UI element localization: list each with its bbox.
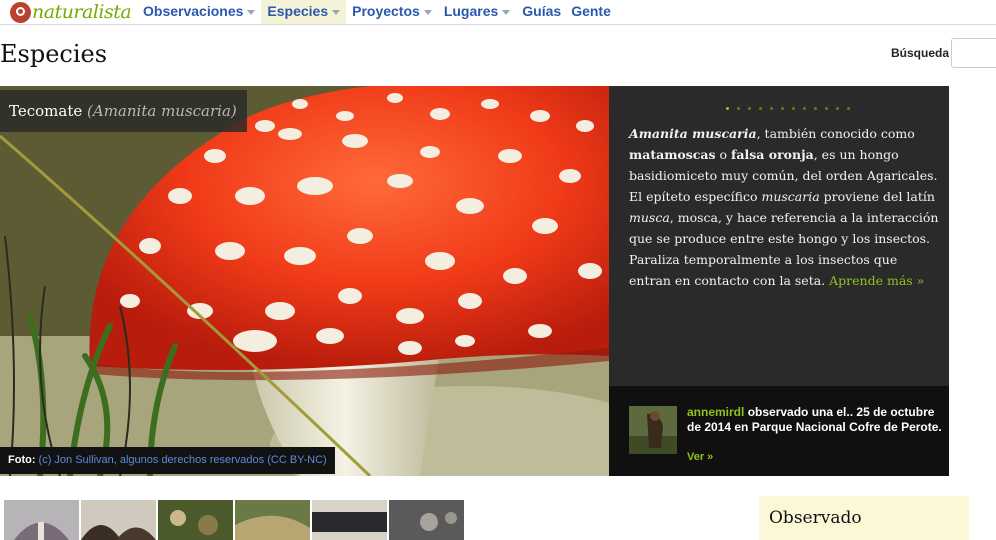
desc-latin-word: musca bbox=[629, 210, 670, 225]
search-input[interactable] bbox=[951, 38, 996, 68]
desc-epithet: muscaria bbox=[761, 189, 820, 204]
carousel-dot[interactable] bbox=[814, 107, 817, 110]
featured-species-photo[interactable]: Tecomate (Amanita muscaria) Foto: (c) Jo… bbox=[0, 86, 609, 476]
recent-observation: annemirdl observado una el.. 25 de octub… bbox=[609, 386, 949, 476]
naturalista-logo-icon bbox=[10, 1, 31, 23]
photo-credit-link[interactable]: (c) Jon Sullivan, algunos derechos reser… bbox=[39, 454, 327, 466]
carousel-dot[interactable] bbox=[803, 107, 806, 110]
nav-item-label: Especies bbox=[267, 3, 329, 19]
nav-item-lugares[interactable]: Lugares bbox=[438, 0, 516, 24]
observation-text: annemirdl observado una el.. 25 de octub… bbox=[687, 405, 942, 435]
observed-title: Observado bbox=[769, 508, 862, 528]
nav-item-observaciones[interactable]: Observaciones bbox=[137, 0, 261, 24]
carousel-dot[interactable] bbox=[792, 107, 795, 110]
nav-item-gente[interactable]: Gente bbox=[567, 0, 617, 24]
chevron-down-icon bbox=[423, 9, 432, 15]
photo-credit-label: Foto: bbox=[8, 454, 36, 466]
logo-text: naturalista bbox=[32, 1, 132, 23]
photo-credit: Foto: (c) Jon Sullivan, algunos derechos… bbox=[0, 447, 335, 474]
species-thumbnail[interactable] bbox=[4, 500, 79, 540]
species-title-pill[interactable]: Tecomate (Amanita muscaria) bbox=[0, 90, 247, 132]
desc-lead-name: Amanita muscaria bbox=[629, 126, 757, 141]
nav-item-label: Observaciones bbox=[143, 3, 244, 19]
desc-part: o bbox=[715, 147, 732, 162]
desc-part: , también conocido como bbox=[756, 126, 915, 141]
nav-item-label: Gente bbox=[571, 3, 611, 19]
amanita-photo-illustration bbox=[0, 86, 609, 476]
nav-item-label: Proyectos bbox=[352, 3, 420, 19]
nav-item-guias[interactable]: Guías bbox=[516, 0, 567, 24]
learn-more-link[interactable]: Aprende más » bbox=[829, 273, 924, 288]
carousel-dot[interactable] bbox=[737, 107, 740, 110]
carousel-dot[interactable] bbox=[836, 107, 839, 110]
species-thumbnail[interactable] bbox=[389, 500, 464, 540]
carousel-dot[interactable] bbox=[770, 107, 773, 110]
carousel-dot[interactable] bbox=[847, 107, 850, 110]
observer-username[interactable]: annemirdl bbox=[687, 405, 744, 419]
nav-item-proyectos[interactable]: Proyectos bbox=[346, 0, 438, 24]
observed-box: Observado bbox=[759, 496, 969, 540]
top-navigation-bar: naturalista Observaciones Especies Proye… bbox=[0, 0, 996, 25]
carousel-dot[interactable] bbox=[748, 107, 751, 110]
chevron-down-icon bbox=[502, 9, 511, 15]
desc-part: proviene del latín bbox=[819, 189, 935, 204]
species-description-panel: Amanita muscaria, también conocido como … bbox=[609, 86, 949, 386]
desc-alias: matamoscas bbox=[629, 147, 716, 162]
naturalista-logo[interactable]: naturalista bbox=[10, 1, 132, 23]
carousel-dot[interactable] bbox=[825, 107, 828, 110]
species-thumbnail[interactable] bbox=[158, 500, 233, 540]
observation-thumbnail[interactable] bbox=[629, 406, 677, 454]
nav-item-especies[interactable]: Especies bbox=[261, 0, 347, 24]
species-thumbnail[interactable] bbox=[235, 500, 310, 540]
view-observation-link[interactable]: Ver » bbox=[687, 451, 713, 463]
species-thumbnail[interactable] bbox=[312, 500, 387, 540]
species-scientific-name: (Amanita muscaria) bbox=[87, 102, 237, 120]
chevron-down-icon bbox=[247, 9, 256, 15]
carousel-dot[interactable] bbox=[781, 107, 784, 110]
desc-alias: falsa oronja bbox=[731, 147, 814, 162]
observation-photo-illustration bbox=[629, 406, 677, 454]
nav-item-label: Guías bbox=[522, 3, 562, 19]
species-common-name: Tecomate bbox=[9, 102, 83, 120]
chevron-down-icon bbox=[332, 9, 341, 15]
species-thumbnail[interactable] bbox=[81, 500, 156, 540]
carousel-dot[interactable] bbox=[726, 107, 729, 110]
nav-item-label: Lugares bbox=[443, 3, 499, 19]
search-label: Búsqueda bbox=[891, 46, 950, 60]
species-thumbnail-strip bbox=[4, 500, 464, 540]
page-title: Especies bbox=[0, 40, 108, 68]
species-description: Amanita muscaria, también conocido como … bbox=[629, 123, 939, 291]
carousel-dot[interactable] bbox=[759, 107, 762, 110]
featured-species-hero: Tecomate (Amanita muscaria) Foto: (c) Jo… bbox=[0, 86, 949, 476]
main-nav: Observaciones Especies Proyectos Lugares… bbox=[137, 0, 617, 24]
carousel-dots bbox=[726, 107, 850, 110]
